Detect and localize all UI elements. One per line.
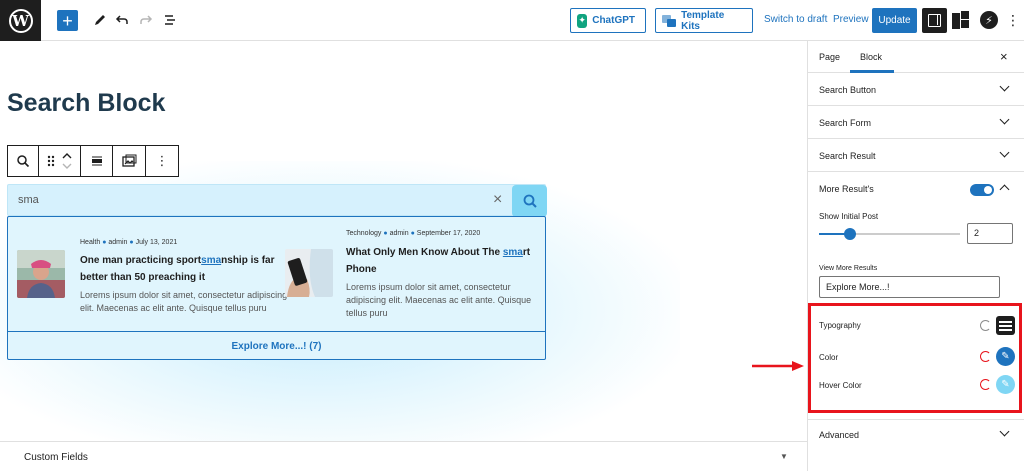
chevron-up-icon	[1000, 182, 1010, 192]
color-picker-button[interactable]: ✎	[996, 347, 1015, 366]
block-options-icon[interactable]: ⋮	[146, 146, 178, 176]
list-item[interactable]: Health ● admin ● July 13, 2021 One man p…	[8, 217, 287, 331]
hover-color-picker-button[interactable]: ✎	[996, 375, 1015, 394]
section-label: Search Button	[819, 85, 877, 95]
chevron-down-icon	[1000, 83, 1010, 93]
reset-icon[interactable]	[980, 379, 991, 390]
drag-move-handle[interactable]	[39, 146, 81, 176]
view-more-results-label: View More Results	[819, 265, 878, 272]
post-meta: Technology ● admin ● September 17, 2020	[346, 230, 481, 237]
template-kits-label: Template Kits	[681, 9, 725, 32]
search-submit-button[interactable]	[512, 185, 547, 217]
search-icon	[523, 194, 537, 208]
post-title[interactable]: One man practicing sportsmanship is far …	[80, 252, 285, 286]
clear-search-icon[interactable]: ×	[493, 191, 502, 209]
search-form: sma ×	[7, 184, 547, 217]
tab-page[interactable]: Page	[819, 52, 840, 62]
chevron-down-icon	[1000, 428, 1010, 438]
page-title[interactable]: Search Block	[7, 89, 165, 118]
sidebar-icon	[928, 14, 941, 27]
typography-settings-button[interactable]	[996, 316, 1015, 335]
close-icon[interactable]: ×	[1000, 49, 1008, 64]
hover-color-label: Hover Color	[819, 381, 862, 390]
sidebar-tabs: Page Block ×	[808, 41, 1024, 73]
section-search-button[interactable]: Search Button	[808, 73, 1024, 106]
more-options-icon[interactable]: ⋮	[1006, 11, 1020, 29]
settings-panel-toggle[interactable]	[922, 8, 947, 33]
list-view-icon[interactable]	[160, 10, 180, 30]
template-kits-button[interactable]: Template Kits	[655, 8, 753, 33]
reset-icon[interactable]	[980, 351, 991, 362]
preview-button[interactable]: Preview	[833, 14, 869, 25]
section-label: Search Result	[819, 151, 876, 161]
template-kits-icon	[662, 14, 676, 27]
explore-more-link[interactable]: Explore More...! (7)	[8, 331, 545, 360]
section-label: More Result's	[819, 184, 874, 194]
post-meta: Health ● admin ● July 13, 2021	[80, 239, 178, 246]
wordpress-logo-button[interactable]: W	[0, 0, 41, 41]
search-results: Health ● admin ● July 13, 2021 One man p…	[7, 216, 546, 360]
wordpress-icon: W	[8, 8, 33, 33]
add-block-button[interactable]: +	[57, 10, 78, 31]
align-icon[interactable]	[81, 146, 113, 176]
block-library-icon[interactable]	[952, 11, 970, 29]
search-input[interactable]: sma	[18, 194, 39, 206]
switch-to-draft-button[interactable]: Switch to draft	[764, 14, 827, 25]
chatgpt-button[interactable]: ✦ ChatGPT	[570, 8, 646, 33]
section-more-results[interactable]: More Result's	[808, 172, 1024, 205]
post-thumbnail	[17, 250, 65, 298]
block-toolbar: ⋮	[7, 145, 179, 177]
annotation-arrow-icon	[752, 361, 804, 371]
bolt-icon[interactable]: ⚡	[980, 11, 998, 29]
color-label: Color	[819, 353, 839, 362]
initial-post-input[interactable]: 2	[967, 223, 1013, 244]
section-search-form[interactable]: Search Form	[808, 106, 1024, 139]
custom-fields-label: Custom Fields	[24, 452, 88, 463]
custom-fields-panel[interactable]: Custom Fields ▼	[0, 441, 807, 471]
pencil-icon[interactable]	[90, 10, 110, 30]
search-block-icon[interactable]	[8, 146, 39, 176]
post-thumbnail	[285, 249, 333, 297]
view-more-results-input[interactable]: Explore More...!	[819, 276, 1000, 298]
post-excerpt: Lorems ipsum dolor sit amet, consectetur…	[80, 290, 288, 313]
editor-canvas: Search Block ⋮ sma × Health ● admin ● Ju…	[0, 41, 807, 441]
editor-top-bar: W + ✦ ChatGPT Template Kits Switch to dr…	[0, 0, 1024, 41]
caret-down-icon: ▼	[780, 452, 788, 461]
chevron-down-icon	[1000, 116, 1010, 126]
reset-icon[interactable]	[980, 320, 991, 331]
show-initial-post-label: Show Initial Post	[819, 212, 879, 221]
chatgpt-label: ChatGPT	[592, 15, 635, 26]
update-button[interactable]: Update	[872, 8, 917, 33]
initial-post-slider[interactable]	[819, 228, 960, 240]
slider-handle[interactable]	[844, 228, 857, 240]
post-excerpt: Lorems ipsum dolor sit amet, consectetur…	[346, 282, 532, 318]
section-search-result[interactable]: Search Result	[808, 139, 1024, 172]
image-settings-icon[interactable]	[113, 146, 146, 176]
section-advanced[interactable]: Advanced	[808, 419, 1024, 449]
section-label: Search Form	[819, 118, 872, 128]
chevron-down-icon	[1000, 149, 1010, 159]
tab-block[interactable]: Block	[860, 52, 882, 62]
redo-icon[interactable]	[136, 10, 156, 30]
settings-sidebar: Page Block × Search Button Search Form S…	[807, 41, 1024, 471]
chatgpt-icon: ✦	[577, 13, 588, 28]
section-label: Advanced	[819, 430, 860, 440]
typography-label: Typography	[819, 321, 861, 330]
list-item[interactable]: Technology ● admin ● September 17, 2020 …	[278, 217, 546, 331]
undo-icon[interactable]	[112, 10, 132, 30]
post-title[interactable]: What Only Men Know About The smart Phone	[346, 244, 536, 278]
more-results-toggle[interactable]	[970, 184, 994, 196]
